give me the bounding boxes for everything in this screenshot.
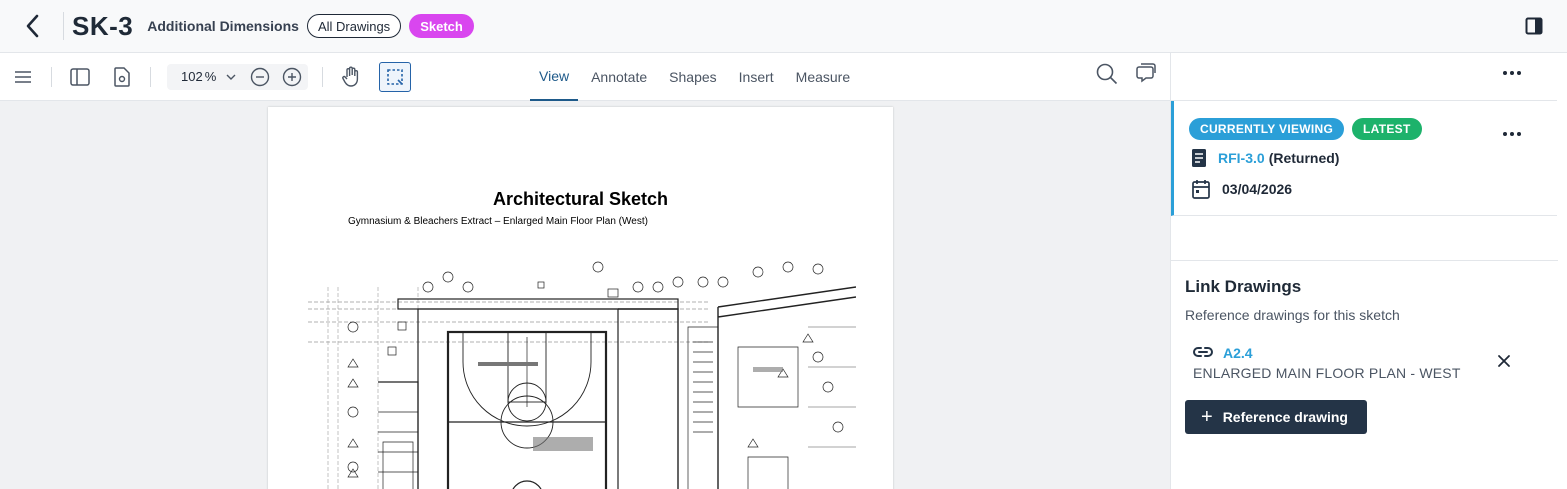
tab-view[interactable]: View bbox=[530, 53, 579, 101]
version-date: 03/04/2026 bbox=[1222, 181, 1293, 197]
link-drawings-section: Link Drawings Reference drawings for thi… bbox=[1171, 260, 1558, 434]
tab-annotate[interactable]: Annotate bbox=[582, 53, 656, 101]
tab-insert[interactable]: Insert bbox=[730, 53, 783, 101]
select-tool-button[interactable] bbox=[379, 61, 412, 92]
hamburger-icon bbox=[15, 70, 31, 83]
version-more-options-icon[interactable] bbox=[1503, 132, 1521, 136]
link-drawings-title: Link Drawings bbox=[1185, 277, 1302, 296]
tab-shapes[interactable]: Shapes bbox=[660, 53, 725, 101]
back-button[interactable] bbox=[0, 12, 64, 40]
document-gear-icon bbox=[114, 66, 130, 87]
search-icon[interactable] bbox=[1096, 63, 1118, 85]
rfi-status: (Returned) bbox=[1268, 150, 1340, 166]
toolbar-divider bbox=[322, 66, 324, 87]
currently-viewing-badge: CURRENTLY VIEWING bbox=[1189, 118, 1345, 140]
drawing-toolbar: 102 % View Annotate Shapes Insert Measur… bbox=[0, 53, 1170, 101]
drawing-sheet: Architectural Sketch Gymnasium & Bleache… bbox=[268, 107, 893, 489]
panel-more-options-icon[interactable] bbox=[1503, 71, 1521, 75]
tab-measure[interactable]: Measure bbox=[787, 53, 859, 101]
drawing-number: SK-3 bbox=[72, 10, 134, 41]
rfi-link[interactable]: RFI-3.0 bbox=[1218, 150, 1265, 166]
zoom-out-icon[interactable] bbox=[250, 67, 270, 87]
reference-drawing-item: A2.4 ENLARGED MAIN FLOOR PLAN - WEST bbox=[1193, 345, 1513, 381]
pan-tool-button[interactable] bbox=[337, 63, 365, 91]
comments-icon[interactable] bbox=[1134, 63, 1156, 83]
add-reference-drawing-label: Reference drawing bbox=[1222, 409, 1348, 425]
link-icon bbox=[1193, 347, 1213, 357]
drawing-title: Additional Dimensions bbox=[147, 18, 299, 34]
current-version-card: CURRENTLY VIEWING LATEST RFI-3.0 (Return… bbox=[1171, 101, 1557, 216]
drawing-canvas[interactable]: Architectural Sketch Gymnasium & Bleache… bbox=[0, 101, 1170, 489]
sheet-title: Architectural Sketch bbox=[492, 189, 669, 209]
sketch-badge: Sketch bbox=[409, 14, 474, 38]
plus-icon: + bbox=[1201, 406, 1213, 428]
thumbnails-button[interactable] bbox=[66, 63, 94, 91]
toolbar-divider bbox=[51, 66, 52, 87]
zoom-control: 102 % bbox=[167, 63, 309, 90]
hand-icon bbox=[342, 66, 359, 87]
floor-plan-drawing bbox=[308, 261, 856, 489]
zoom-in-icon[interactable] bbox=[282, 67, 302, 87]
side-panel-toggle-icon[interactable] bbox=[1525, 17, 1543, 35]
zoom-value[interactable]: 102 bbox=[181, 69, 203, 84]
toolbar-divider bbox=[150, 66, 151, 87]
chevron-left-icon bbox=[26, 14, 38, 38]
link-drawings-description: Reference drawings for this sketch bbox=[1185, 307, 1400, 323]
remove-reference-close-icon[interactable] bbox=[1497, 354, 1511, 368]
app-header: SK-3 Additional Dimensions All Drawings … bbox=[0, 0, 1567, 53]
sheet-subtitle: Gymnasium & Bleachers Extract – Enlarged… bbox=[348, 216, 648, 227]
panel-header bbox=[1171, 53, 1557, 101]
toolbar-tabs: View Annotate Shapes Insert Measure bbox=[530, 53, 863, 101]
sidebar-layout-icon bbox=[70, 67, 90, 86]
latest-badge: LATEST bbox=[1352, 118, 1422, 140]
chevron-down-icon[interactable] bbox=[226, 74, 236, 80]
add-reference-drawing-button[interactable]: + Reference drawing bbox=[1185, 400, 1367, 434]
sketch-details-panel: CURRENTLY VIEWING LATEST RFI-3.0 (Return… bbox=[1170, 53, 1558, 489]
toolbar-right-group bbox=[1096, 63, 1156, 85]
date-row: 03/04/2026 bbox=[1192, 179, 1292, 199]
reference-drawing-code[interactable]: A2.4 bbox=[1223, 345, 1253, 361]
document-settings-button[interactable] bbox=[108, 63, 136, 91]
document-icon bbox=[1192, 149, 1206, 167]
marquee-select-icon bbox=[387, 68, 404, 85]
reference-drawing-name: ENLARGED MAIN FLOOR PLAN - WEST bbox=[1193, 365, 1461, 381]
menu-button[interactable] bbox=[9, 63, 37, 91]
all-drawings-button[interactable]: All Drawings bbox=[306, 14, 402, 38]
rfi-row: RFI-3.0 (Returned) bbox=[1192, 149, 1339, 167]
zoom-unit: % bbox=[204, 69, 217, 84]
calendar-icon bbox=[1192, 180, 1210, 199]
